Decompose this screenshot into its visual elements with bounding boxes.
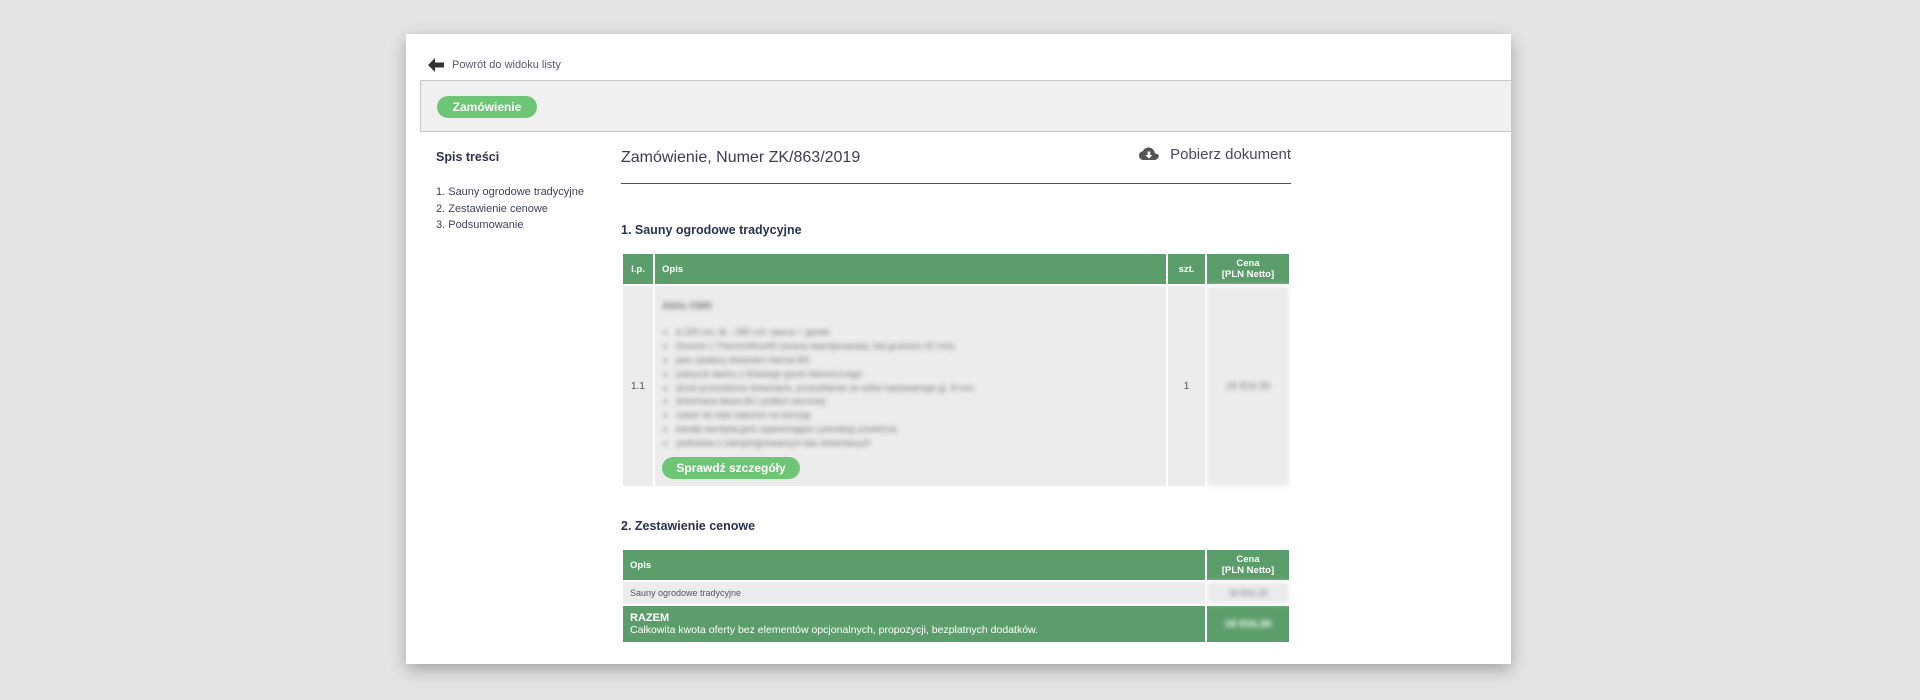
products-table-header: l.p. Opis szt. Cena [PLN Netto]	[623, 254, 1289, 284]
products-table: l.p. Opis szt. Cena [PLN Netto] 1.1 Akti…	[621, 252, 1291, 488]
col-qty: szt.	[1168, 254, 1205, 284]
download-document-button[interactable]: Pobierz dokument	[1139, 146, 1291, 163]
row-qty: 1	[1168, 286, 1205, 486]
table-row: Sauny ogrodowe tradycyjne 18 816,30	[623, 582, 1289, 604]
total-note: Całkowita kwota oferty bez elementów opc…	[630, 624, 1038, 636]
toc-item-saunas[interactable]: 1. Sauny ogrodowe tradycyjne	[436, 184, 584, 201]
cloud-download-icon	[1139, 147, 1159, 160]
back-label: Powrót do widoku listy	[452, 59, 561, 71]
row-description: Sauny ogrodowe tradycyjne	[623, 582, 1205, 604]
pricing-table-header: Opis Cena [PLN Netto]	[623, 550, 1289, 580]
document-title: Zamówienie, Numer ZK/863/2019	[621, 149, 861, 166]
list-item: piec opalany drewnem Harvia M3	[676, 354, 1159, 368]
toc-item-summary[interactable]: 3. Podsumowanie	[436, 217, 584, 234]
table-row: 1.1 Aktiv #360 ø 220 cm, dł. ~280 cm: sa…	[623, 286, 1289, 486]
toc-item-pricing[interactable]: 2. Zestawienie cenowe	[436, 201, 584, 218]
title-divider	[621, 183, 1291, 184]
toc-list: 1. Sauny ogrodowe tradycyjne 2. Zestawie…	[436, 184, 584, 234]
order-button[interactable]: Zamówienie	[437, 96, 537, 118]
total-price: 18 816,30	[1207, 606, 1289, 642]
list-item: Drewno z ThermoWood® (sosna skandynawska…	[676, 340, 1159, 354]
details-button[interactable]: Sprawdź szczegóły	[662, 456, 800, 479]
total-description: RAZEM Całkowita kwota oferty bez element…	[623, 606, 1205, 642]
total-row: RAZEM Całkowita kwota oferty bez element…	[623, 606, 1289, 642]
total-price-value: 18 816,30	[1224, 618, 1272, 630]
arrow-left-icon	[428, 58, 444, 72]
list-item: kanały wentylacyjne zapewniające cyrkula…	[676, 423, 1159, 437]
col-price-line2: [PLN Netto]	[1221, 565, 1275, 576]
section-1-title: 1. Sauny ogrodowe tradycyjne	[621, 223, 802, 237]
download-label: Pobierz dokument	[1170, 146, 1291, 163]
col-lp: l.p.	[623, 254, 653, 284]
feature-list: ø 220 cm, dł. ~280 cm: sauna + ganek Dre…	[662, 326, 1159, 450]
back-to-list-link[interactable]: Powrót do widoku listy	[428, 55, 561, 75]
col-price-line1: Cena	[1236, 258, 1260, 269]
pricing-table: Opis Cena [PLN Netto] Sauny ogrodowe tra…	[621, 548, 1291, 644]
section-2-title: 2. Zestawienie cenowe	[621, 519, 756, 533]
row-price: 18 816,30	[1207, 582, 1289, 604]
row-description: Aktiv #360 ø 220 cm, dł. ~280 cm: sauna …	[655, 286, 1166, 486]
col-price-line1: Cena	[1236, 554, 1260, 565]
list-item: podstawa z zaimpregnowanych ław drewnian…	[676, 437, 1159, 451]
total-label: RAZEM	[630, 612, 670, 624]
list-item: ø 220 cm, dł. ~280 cm: sauna + ganek	[676, 326, 1159, 340]
list-item: pokrycie dachu z fińskiego gontu bitumic…	[676, 368, 1159, 382]
col-desc: Opis	[655, 254, 1166, 284]
product-name: Aktiv #360	[662, 301, 712, 313]
col-price: Cena [PLN Netto]	[1207, 254, 1289, 284]
list-item: zawór do stali odporne na korozję	[676, 409, 1159, 423]
row-lp: 1.1	[623, 286, 653, 486]
col-price: Cena [PLN Netto]	[1207, 550, 1289, 580]
row-price: 18 816,30	[1207, 286, 1289, 486]
header-bar: Zamówienie	[420, 80, 1511, 132]
toc-title: Spis treści	[436, 150, 500, 164]
col-desc: Opis	[623, 550, 1205, 580]
list-item: drzwi przeszklone drewniane, przeszkleni…	[676, 382, 1159, 396]
list-item: drewniane ławeczki i podest saunowy	[676, 395, 1159, 409]
document-card: Powrót do widoku listy Zamówienie Spis t…	[406, 34, 1511, 664]
col-price-line2: [PLN Netto]	[1221, 269, 1275, 280]
